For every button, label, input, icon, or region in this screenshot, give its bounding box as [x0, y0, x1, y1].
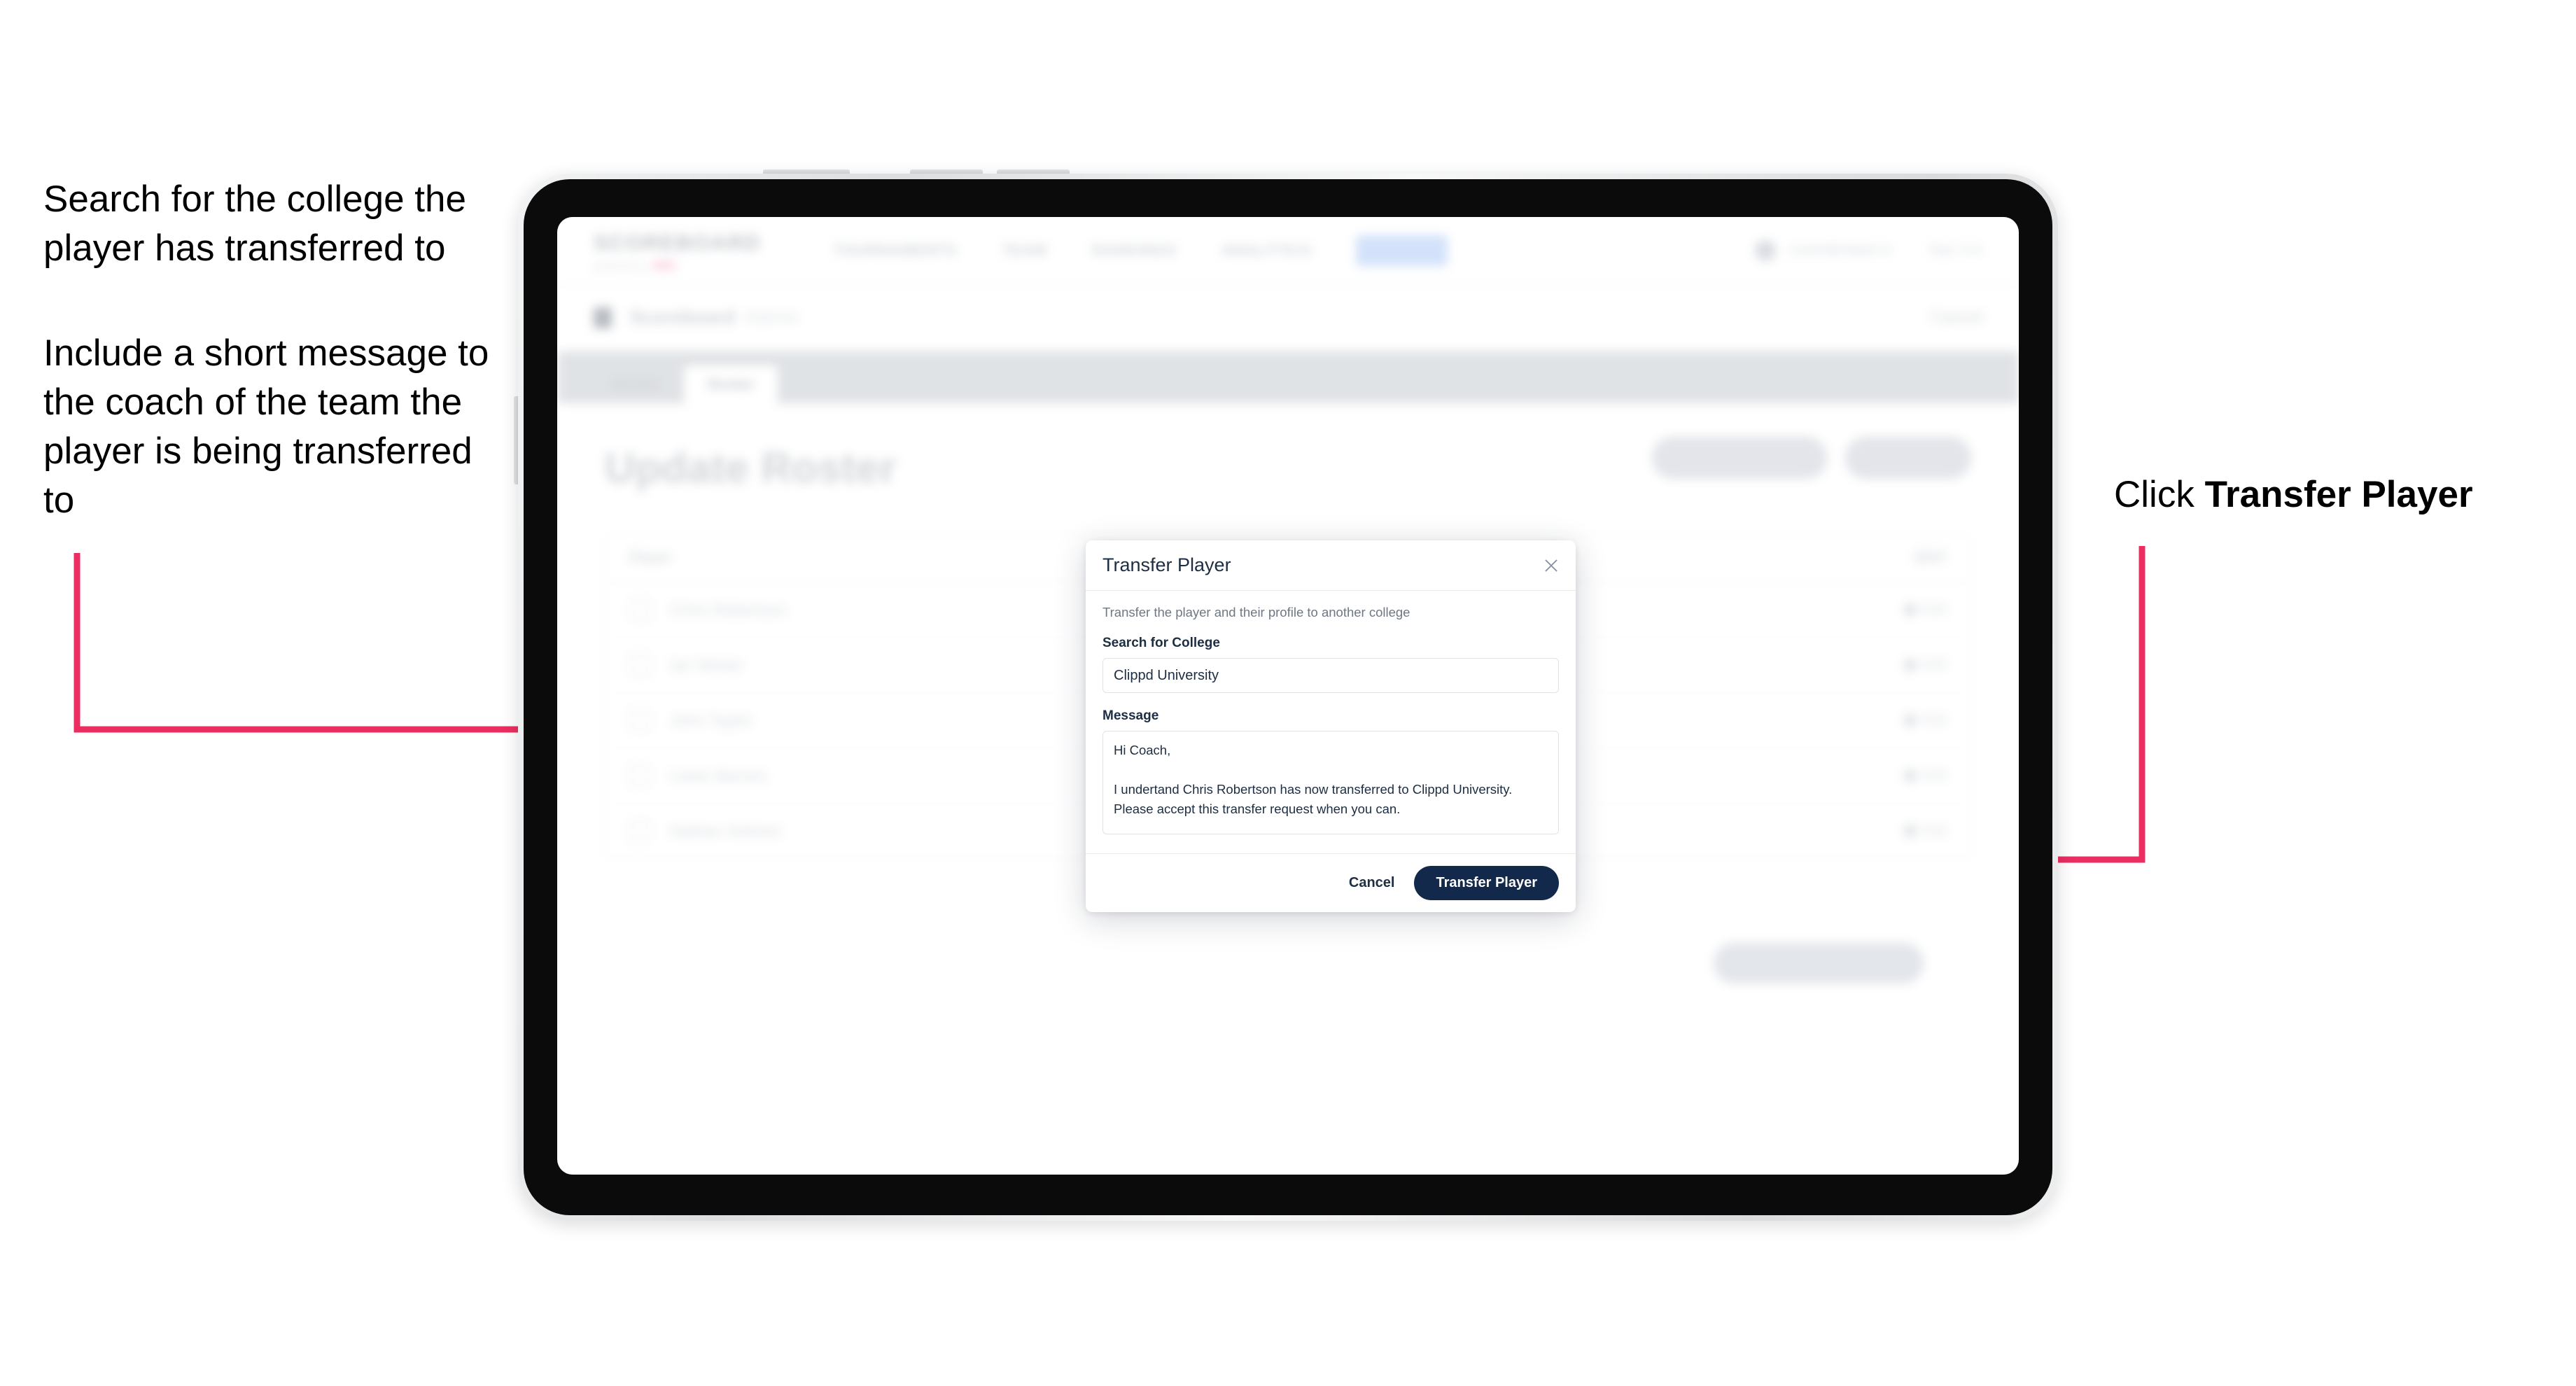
pencil-icon: [1902, 712, 1918, 729]
row-checkbox[interactable]: [629, 765, 650, 786]
message-textarea[interactable]: [1102, 731, 1559, 834]
player-name: John Taylor: [670, 710, 752, 729]
breadcrumb[interactable]: Scoreboard: [630, 307, 735, 328]
app-tab-bar: Details Roster: [557, 351, 2019, 403]
app-nav-items: TOURNAMENTS TEAM RANKINGS ANALYTICS ADMI…: [834, 234, 1448, 266]
annotation-click-transfer-player: Click Transfer Player: [2114, 470, 2548, 519]
modal-body: Transfer the player and their profile to…: [1086, 591, 1576, 853]
screenshot-canvas: Search for the college the player has tr…: [0, 0, 2576, 1386]
row-edit-label: Edit: [1922, 601, 1947, 617]
row-checkbox[interactable]: [629, 599, 650, 620]
column-header-edit: EDIT: [1914, 550, 1947, 566]
player-name: Lewis Barnes: [670, 766, 767, 785]
request-player-transfer-button[interactable]: Request Player Transfer: [1652, 437, 1827, 479]
annotation-include-message: Include a short message to the coach of …: [43, 332, 489, 521]
row-edit-link[interactable]: Edit: [1902, 657, 1947, 673]
logo-badge: [652, 261, 676, 270]
search-college-input[interactable]: [1102, 658, 1559, 693]
row-edit-link[interactable]: Edit: [1902, 822, 1947, 839]
tab-details[interactable]: Details: [588, 365, 684, 403]
row-edit-label: Edit: [1922, 767, 1947, 783]
app-navbar: SCOREBOARD powered by TOURNAMENTS TEAM R…: [557, 217, 2019, 284]
logo-powered-by: powered by: [594, 260, 645, 271]
breadcrumb-icon: [594, 307, 612, 328]
column-header-player: Player: [629, 550, 672, 566]
app-logo[interactable]: SCOREBOARD powered by: [594, 230, 761, 271]
transfer-player-button[interactable]: Transfer Player: [1414, 866, 1559, 900]
nav-user-email: coach@clippd.io: [1788, 242, 1892, 258]
logo-wordmark: SCOREBOARD: [594, 230, 761, 255]
breadcrumb-cancel-link[interactable]: Cancel: [1930, 308, 1982, 328]
field-spacer: [1102, 693, 1559, 708]
cancel-button[interactable]: Cancel: [1348, 872, 1396, 894]
transfer-player-modal: Transfer Player Transfer the player and …: [1086, 540, 1576, 912]
pencil-icon: [1902, 767, 1918, 784]
tablet-device-frame: SCOREBOARD powered by TOURNAMENTS TEAM R…: [518, 174, 2058, 1221]
row-edit-label: Edit: [1922, 712, 1947, 728]
pencil-icon: [1902, 822, 1918, 839]
modal-footer: Cancel Transfer Player: [1086, 853, 1576, 912]
breadcrumb-sub: Admin: [745, 307, 799, 328]
app-breadcrumb-bar: Scoreboard Admin Cancel: [557, 284, 2019, 351]
save-roster-changes-button[interactable]: Save Roster Changes: [1714, 943, 1924, 983]
modal-description: Transfer the player and their profile to…: [1102, 605, 1410, 620]
close-icon[interactable]: [1542, 556, 1560, 575]
nav-item-rankings[interactable]: RANKINGS: [1091, 241, 1176, 260]
modal-header: Transfer Player: [1086, 540, 1576, 591]
app-nav-right: coach@clippd.io Sign Out: [1755, 239, 1982, 261]
annotation-right-prefix: Click: [2114, 474, 2205, 515]
annotation-search-college: Search for the college the player has tr…: [43, 178, 466, 269]
row-edit-link[interactable]: Edit: [1902, 712, 1947, 729]
tablet-screen: SCOREBOARD powered by TOURNAMENTS TEAM R…: [557, 217, 2019, 1175]
row-edit-label: Edit: [1922, 657, 1947, 673]
avatar[interactable]: [1755, 239, 1777, 261]
nav-item-analytics[interactable]: ANALYTICS: [1222, 241, 1311, 260]
pencil-icon: [1902, 601, 1918, 618]
player-name: Chris Robertson: [670, 600, 787, 619]
add-player-button[interactable]: Add Player: [1845, 437, 1971, 479]
row-checkbox[interactable]: [629, 710, 650, 731]
player-name: Ian Winter: [670, 655, 743, 674]
pencil-icon: [1902, 657, 1918, 673]
nav-item-team[interactable]: TEAM: [1002, 241, 1046, 260]
tab-roster[interactable]: Roster: [683, 365, 778, 403]
row-edit-link[interactable]: Edit: [1902, 767, 1947, 784]
row-edit-link[interactable]: Edit: [1902, 601, 1947, 618]
message-field-label: Message: [1102, 708, 1159, 723]
nav-item-tournaments[interactable]: TOURNAMENTS: [834, 241, 957, 260]
page-action-buttons: Request Player Transfer Add Player: [1652, 437, 1971, 479]
player-name: Nathan Holmes: [670, 821, 781, 840]
row-checkbox[interactable]: [629, 654, 650, 676]
college-field-label: Search for College: [1102, 636, 1220, 650]
nav-item-admin[interactable]: ADMIN: [1356, 234, 1448, 266]
tablet-bezel: SCOREBOARD powered by TOURNAMENTS TEAM R…: [524, 179, 2052, 1215]
logo-subline: powered by: [594, 260, 761, 271]
row-edit-label: Edit: [1922, 822, 1947, 839]
sign-out-link[interactable]: Sign Out: [1928, 242, 1982, 258]
modal-title: Transfer Player: [1102, 554, 1231, 575]
annotation-right-emphasis: Transfer Player: [2204, 474, 2473, 515]
row-checkbox[interactable]: [629, 820, 650, 841]
